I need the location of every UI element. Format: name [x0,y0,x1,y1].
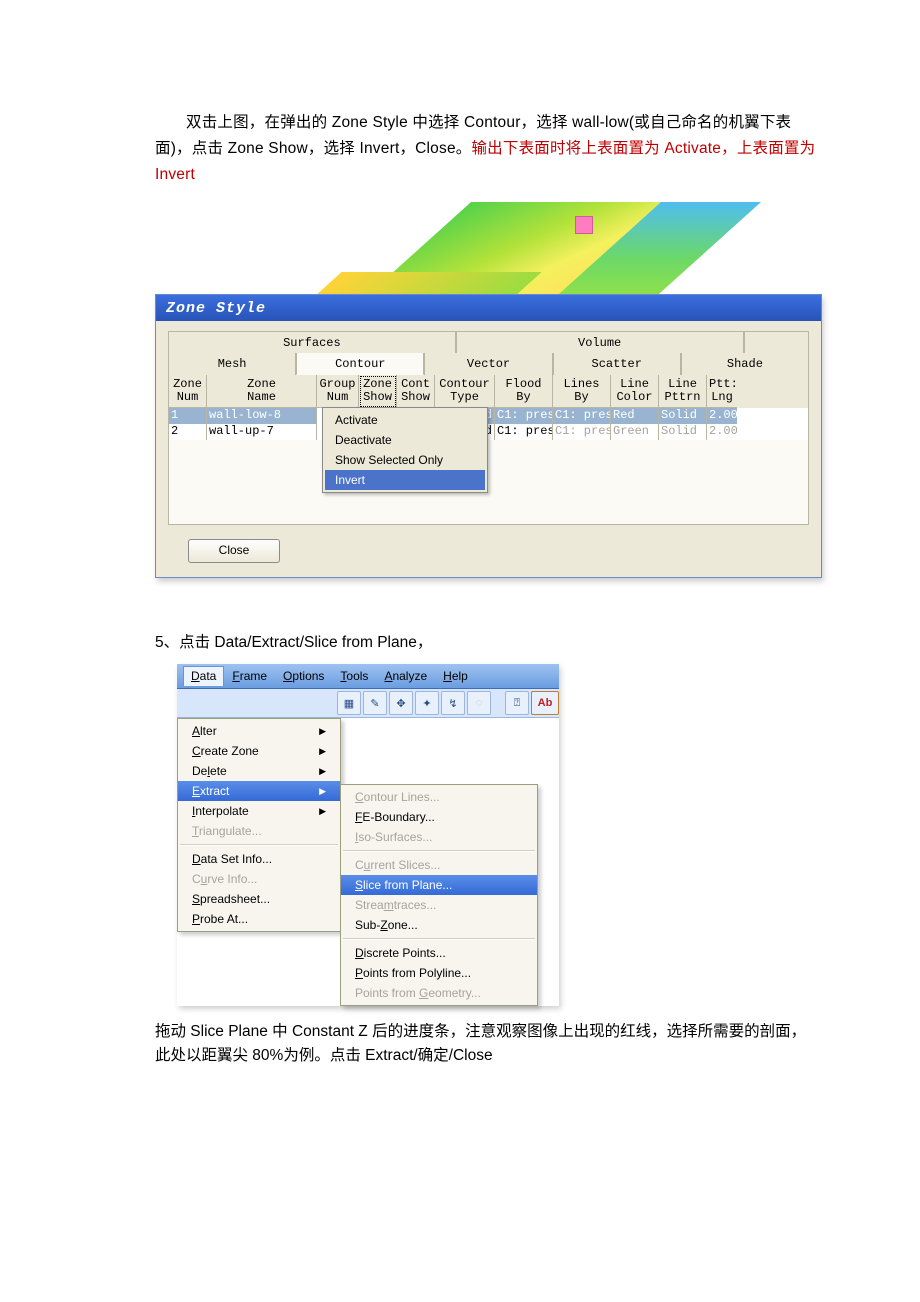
tab-blank[interactable] [744,331,810,353]
dd-extract[interactable]: Extract▶ [178,781,340,801]
marker-square [575,216,593,234]
tab-scatter[interactable]: Scatter [553,353,681,375]
para2: 拖动 Slice Plane 中 Constant Z 后的进度条，注意观察图像… [155,1020,820,1068]
dd-create-zone[interactable]: Create Zone▶ [178,741,340,761]
grid-header: Zone Num Zone Name Group Num Zone Show C… [169,375,808,408]
dd-probe-at[interactable]: Probe At... [178,909,340,929]
dd-triangulate[interactable]: Triangulate... [178,821,340,841]
menubar: Data Frame Options Tools Analyze Help [177,664,559,689]
ctx-activate[interactable]: Activate [325,410,485,430]
ctx-invert[interactable]: Invert [325,470,485,490]
dd-alter[interactable]: Alter▶ [178,721,340,741]
close-button[interactable]: Close [188,539,280,563]
sm-iso-surfaces[interactable]: Iso-Surfaces... [341,827,537,847]
dd-curve-info[interactable]: Curve Info... [178,869,340,889]
ctx-deactivate[interactable]: Deactivate [325,430,485,450]
extract-submenu: Contour Lines... FE-Boundary... Iso-Surf… [340,784,538,1006]
zone-style-titlebar: Zone Style [156,295,821,321]
zone-style-dialog: Zone Style Surfaces Volume Mesh Contour … [155,294,822,578]
toolbar-icon[interactable]: ✦ [415,691,439,715]
dd-delete[interactable]: Delete▶ [178,761,340,781]
menu-frame[interactable]: Frame [224,666,275,686]
toolbar-icon[interactable]: ✥ [389,691,413,715]
dd-interpolate[interactable]: Interpolate▶ [178,801,340,821]
data-dropdown: Alter▶ Create Zone▶ Delete▶ Extract▶ Int… [177,718,341,932]
toolbar: ▦ ✎ ✥ ✦ ↯ ◌ ⍰ Ab [177,689,559,718]
tab-surfaces[interactable]: Surfaces [168,331,456,353]
tab-shade[interactable]: Shade [681,353,809,375]
tab-volume[interactable]: Volume [456,331,744,353]
sm-streamtraces[interactable]: Streamtraces... [341,895,537,915]
toolbar-icon[interactable]: ◌ [467,691,491,715]
menu-analyze[interactable]: Analyze [376,666,435,686]
sm-discrete-points[interactable]: Discrete Points... [341,943,537,963]
sm-points-polyline[interactable]: Points from Polyline... [341,963,537,983]
data-menu-screenshot: Data Frame Options Tools Analyze Help ▦ … [177,664,559,1006]
toolbar-icon[interactable]: ✎ [363,691,387,715]
para2-text: 拖动 Slice Plane 中 Constant Z 后的进度条，注意观察图像… [155,1023,806,1064]
toolbar-ab-button[interactable]: Ab [531,691,559,715]
tab-vector[interactable]: Vector [424,353,552,375]
sm-sub-zone[interactable]: Sub-Zone... [341,915,537,935]
sm-current-slices[interactable]: Current Slices... [341,855,537,875]
sm-fe-boundary[interactable]: FE-Boundary... [341,807,537,827]
tab-mesh[interactable]: Mesh [168,353,296,375]
zone-show-context-menu: Activate Deactivate Show Selected Only I… [322,407,488,493]
toolbar-icon[interactable]: ↯ [441,691,465,715]
sm-points-geometry[interactable]: Points from Geometry... [341,983,537,1003]
ctx-show-selected-only[interactable]: Show Selected Only [325,450,485,470]
dd-data-set-info[interactable]: Data Set Info... [178,849,340,869]
tab-contour[interactable]: Contour [296,353,424,375]
menu-data[interactable]: Data [183,666,224,686]
sm-contour-lines[interactable]: Contour Lines... [341,787,537,807]
toolbar-icon-help[interactable]: ⍰ [505,691,529,715]
table-row[interactable]: 2 wall-up-7 od C1: pres C1: pres Green S… [169,424,808,440]
dd-spreadsheet[interactable]: Spreadsheet... [178,889,340,909]
table-row[interactable]: 1 wall-low-8 d C1: pres C1: pres Red Sol… [169,408,808,424]
col-zone-show[interactable]: Zone Show [359,375,397,408]
contour-preview [155,202,820,294]
sm-slice-from-plane[interactable]: Slice from Plane... [341,875,537,895]
menu-tools[interactable]: Tools [332,666,376,686]
step5-text: 5、点击 Data/Extract/Slice from Plane， [155,630,820,652]
intro-paragraph: 双击上图，在弹出的 Zone Style 中选择 Contour，选择 wall… [155,110,820,188]
menu-options[interactable]: Options [275,666,332,686]
toolbar-icon[interactable]: ▦ [337,691,361,715]
menu-help[interactable]: Help [435,666,476,686]
